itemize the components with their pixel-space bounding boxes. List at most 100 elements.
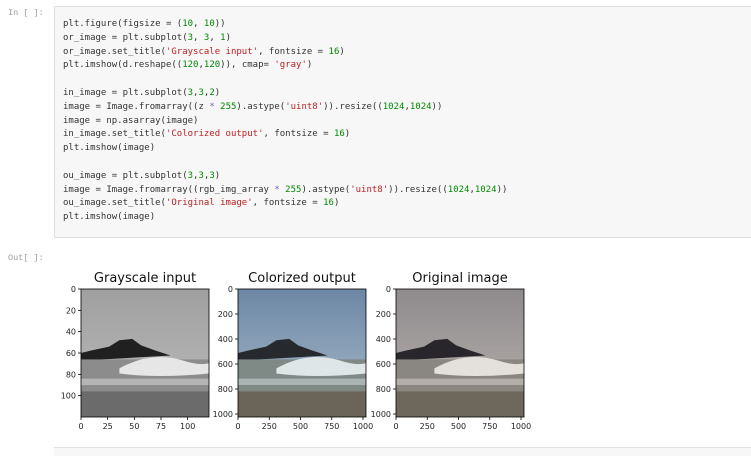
code-token: ).astype( [236, 101, 286, 112]
code-line: in_image = plt.subplot(3,3,2) [63, 87, 507, 101]
code-token: 120 [182, 60, 199, 71]
y-tick-label: 20 [66, 306, 76, 315]
output-prompt: Out[ ]: [8, 253, 44, 263]
x-tick-label: 75 [156, 422, 166, 431]
subplot-3: Original image0 250 500 750 1000020040060080… [371, 271, 532, 431]
x-tick-label: 750 [482, 422, 497, 431]
x-tick-label: 1000 [511, 422, 531, 431]
code-line: or_image = plt.subplot(3, 3, 1) [63, 32, 507, 46]
code-token: , fontsize = [263, 129, 334, 140]
code-cell-input[interactable]: plt.figure(figsize = (10, 10)) or_image =… [54, 6, 751, 238]
code-token: 'Colorized output' [165, 129, 264, 140]
code-line: ou_image = plt.subplot(3,3,3) [63, 170, 507, 184]
y-tick-label: 80 [66, 370, 76, 379]
code-line: plt.imshow(image) [63, 142, 507, 156]
x-tick-label: 500 [293, 422, 308, 431]
code-token: , [193, 32, 204, 43]
code-line: plt.imshow(image) [63, 211, 507, 225]
x-tick-label: 250 [262, 422, 277, 431]
code-token: 255 [220, 101, 237, 112]
subplot-1: Grayscale input 0 25 50 75 100 0 20 40 60 80 100 [61, 271, 210, 431]
y-tick-label: 100 [61, 392, 76, 401]
code-token: 1024 [409, 101, 432, 112]
output-area: Grayscale input 0 25 50 75 100 0 20 40 60 80 100 Col… [54, 250, 751, 440]
subplot-title: Colorized output [248, 271, 356, 286]
y-tick-label: 200 [218, 310, 233, 319]
code-token: ) [225, 32, 231, 43]
code-token: plt.imshow(image) [63, 143, 156, 154]
x-tick-label: 1000 [353, 422, 373, 431]
x-tick-label: 750 [324, 422, 339, 431]
code-token: 120 [203, 60, 221, 71]
code-token: 10 [182, 19, 194, 29]
y-tick-label: 40 [66, 328, 76, 337]
y-tick-label: 600 [376, 360, 391, 369]
code-token: )), cmap= [220, 60, 275, 71]
code-token: )).resize(( [388, 184, 448, 195]
input-prompt: In [ ]: [8, 8, 44, 18]
x-tick-label: 0 [235, 422, 240, 431]
image-plot [396, 289, 524, 417]
y-tick-label: 800 [218, 385, 233, 394]
y-tick-label: 1000 [371, 410, 391, 419]
y-tick-label: 800 [376, 385, 391, 394]
y-tick-label: 400 [218, 335, 233, 344]
y-tick-label: 60 [66, 349, 76, 358]
wave-line [238, 378, 366, 385]
code-token: 'Grayscale input' [165, 46, 259, 57]
x-tick-label: 0 [393, 422, 398, 431]
code-token: , fontsize = [258, 46, 329, 57]
code-token: )) [214, 19, 226, 29]
y-tick-label: 400 [376, 335, 391, 344]
code-token: )) [431, 101, 443, 112]
image-plot [81, 289, 209, 417]
subplot-title: Grayscale input [94, 271, 196, 286]
beach-region [396, 391, 524, 417]
code-token: or_image.set_title( [63, 46, 166, 57]
y-tick-label: 0 [228, 285, 233, 294]
code-token: image = np.asarray(image) [63, 115, 199, 126]
y-tick-label: 600 [218, 360, 233, 369]
code-token: 1024 [474, 184, 497, 195]
matplotlib-figure: Grayscale input 0 25 50 75 1000 20 40 60 80 100 Col… [61, 271, 532, 431]
code-token: 255 [285, 184, 302, 195]
code-token: image = Image.fromarray((z [63, 101, 210, 112]
code-token: ) [339, 46, 345, 57]
y-tick-label: 0 [386, 285, 391, 294]
code-token: 'uint8' [285, 101, 324, 112]
code-token: ) [344, 129, 351, 140]
code-line: ou_image.set_title('Original image', fon… [63, 197, 507, 211]
code-token: ) [333, 198, 340, 209]
code-token: )) [496, 184, 508, 195]
code-line: plt.figure(figsize = (10, 10)) [63, 18, 507, 32]
code-token: 16 [328, 46, 340, 57]
x-tick-label: 0 [78, 422, 83, 431]
code-token: , fontsize = [252, 198, 324, 209]
code-token: plt.imshow(image) [63, 212, 156, 223]
beach-region [81, 391, 209, 417]
y-tick-label: 200 [376, 310, 391, 319]
x-tick-label: 50 [129, 422, 139, 431]
code-token: or_image = plt.subplot( [63, 32, 188, 43]
x-tick-label: 250 [420, 422, 435, 431]
code-token: ou_image = plt.subplot( [63, 170, 188, 181]
code-line: image = Image.fromarray((rgb_img_array *… [63, 184, 507, 198]
code-token: in_image = plt.subplot( [63, 87, 188, 98]
code-editor[interactable]: plt.figure(figsize = (10, 10)) or_image =… [63, 18, 507, 225]
code-token: ) [306, 60, 313, 71]
wave-line [81, 378, 209, 385]
code-token: plt.imshow(d.reshape(( [63, 60, 183, 71]
code-line: plt.imshow(d.reshape((120,120)), cmap= '… [63, 59, 507, 73]
code-line: image = np.asarray(image) [63, 115, 507, 129]
code-token: 16 [333, 129, 345, 140]
code-token: ) [214, 170, 221, 181]
code-line: image = Image.fromarray((z * 255).astype… [63, 101, 507, 115]
code-token: )).resize(( [323, 101, 383, 112]
y-tick-label: 1000 [213, 410, 233, 419]
code-token: 'uint8' [350, 184, 389, 195]
image-plot [238, 289, 366, 417]
code-line: or_image.set_title('Grayscale input', fo… [63, 46, 507, 60]
x-tick-label: 25 [103, 422, 113, 431]
